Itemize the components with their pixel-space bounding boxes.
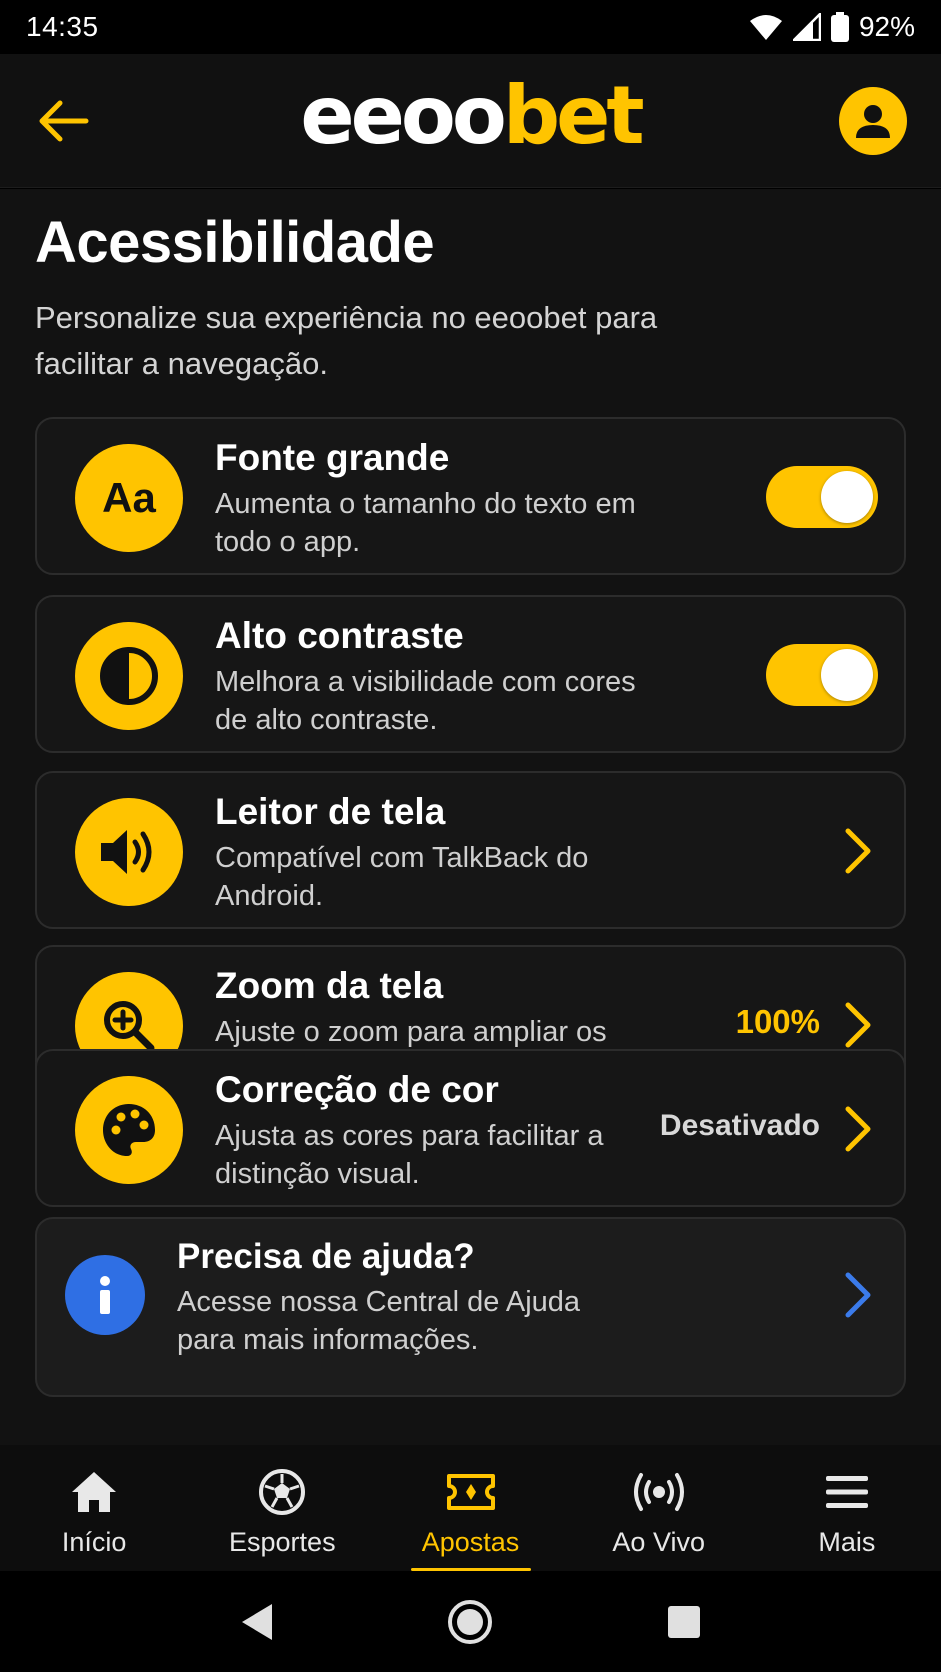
- nav-label: Mais: [818, 1527, 876, 1557]
- setting-description: Ajusta as cores para facilitar a distinç…: [215, 1120, 604, 1190]
- nav-label: Início: [61, 1527, 127, 1557]
- setting-description: Aumenta o tamanho do texto em todo o app…: [215, 488, 636, 558]
- help-card[interactable]: Precisa de ajuda? Acesse nossa Central d…: [35, 1217, 906, 1397]
- chevron-right-icon: [845, 1002, 871, 1048]
- status-bar: 14:35 92%: [0, 0, 941, 54]
- square-recents-icon: [668, 1605, 701, 1638]
- nav-item-mais[interactable]: Mais: [753, 1445, 941, 1571]
- back-button[interactable]: [34, 91, 94, 151]
- system-home-button[interactable]: [435, 1587, 505, 1657]
- system-back-button[interactable]: [222, 1587, 292, 1657]
- triangle-back-icon: [241, 1603, 272, 1640]
- nav-item-ao-vivo[interactable]: Ao Vivo: [565, 1445, 753, 1571]
- setting-title: Fonte grande: [215, 437, 450, 478]
- home-icon: [70, 1467, 118, 1517]
- alto-contraste-toggle[interactable]: [766, 644, 878, 706]
- zoom-value: 100%: [735, 1003, 820, 1040]
- nav-label: Esportes: [229, 1527, 336, 1557]
- page-title: Acessibilidade: [35, 210, 435, 275]
- battery-icon: [830, 12, 849, 42]
- battery-percent: 92%: [858, 11, 915, 42]
- fonte-grande-toggle[interactable]: [766, 466, 878, 528]
- palette-icon: [75, 1076, 183, 1184]
- nav-item-apostas[interactable]: Apostas: [376, 1445, 564, 1571]
- circle-home-icon: [448, 1599, 493, 1644]
- chevron-right-icon: [845, 1106, 871, 1152]
- help-title: Precisa de ajuda?: [177, 1237, 475, 1276]
- wifi-icon: [749, 15, 782, 40]
- eeoobet-logo: eeoobet: [300, 69, 644, 162]
- live-broadcast-icon: [631, 1467, 687, 1517]
- setting-title: Leitor de tela: [215, 791, 446, 832]
- nav-item-esportes[interactable]: Esportes: [188, 1445, 376, 1571]
- setting-title: Alto contraste: [215, 615, 464, 656]
- speaker-icon: [75, 798, 183, 906]
- nav-item-inicio[interactable]: Início: [0, 1445, 188, 1571]
- setting-card-correcao-de-cor[interactable]: Correção de cor Ajusta as cores para fac…: [35, 1049, 906, 1207]
- system-navigation-bar: [0, 1571, 941, 1672]
- setting-card-leitor-de-tela[interactable]: Leitor de tela Compatível com TalkBack d…: [35, 771, 906, 929]
- text-size-icon: Aa: [75, 444, 183, 552]
- setting-description: Melhora a visibilidade com cores de alto…: [215, 666, 636, 736]
- status-time: 14:35: [26, 11, 99, 42]
- setting-title: Correção de cor: [215, 1069, 499, 1110]
- help-description: Acesse nossa Central de Ajuda para mais …: [177, 1286, 581, 1356]
- system-recents-button[interactable]: [649, 1587, 719, 1657]
- page-subtitle: Personalize sua experiência no eeoobet p…: [35, 300, 658, 381]
- nav-label: Apostas: [421, 1527, 520, 1557]
- app-bar: eeoobet: [0, 54, 941, 188]
- setting-title: Zoom da tela: [215, 965, 444, 1006]
- main-content: Acessibilidade Personalize sua experiênc…: [0, 189, 941, 1445]
- info-icon: [65, 1255, 145, 1335]
- nav-label: Ao Vivo: [612, 1527, 705, 1557]
- cell-signal-icon: [792, 13, 821, 41]
- status-icons: 92%: [749, 11, 915, 43]
- arrow-left-icon: [39, 100, 89, 141]
- toggle-knob: [821, 649, 873, 701]
- bottom-navigation: Início Esportes Apostas Ao Vivo Mais: [0, 1445, 941, 1571]
- color-correction-value: Desativado: [659, 1109, 820, 1142]
- chevron-right-icon: [845, 1272, 871, 1318]
- setting-card-alto-contraste[interactable]: Alto contraste Melhora a visibilidade co…: [35, 595, 906, 753]
- toggle-knob: [821, 471, 873, 523]
- ticket-icon: [445, 1467, 497, 1517]
- setting-description: Compatível com TalkBack do Android.: [215, 842, 589, 912]
- setting-card-fonte-grande[interactable]: Aa Fonte grande Aumenta o tamanho do tex…: [35, 417, 906, 575]
- user-icon: [856, 104, 890, 138]
- profile-button[interactable]: [839, 86, 907, 155]
- contrast-icon: [75, 622, 183, 730]
- chevron-right-icon: [845, 828, 871, 874]
- soccer-ball-icon: [258, 1467, 306, 1517]
- menu-icon: [825, 1467, 869, 1517]
